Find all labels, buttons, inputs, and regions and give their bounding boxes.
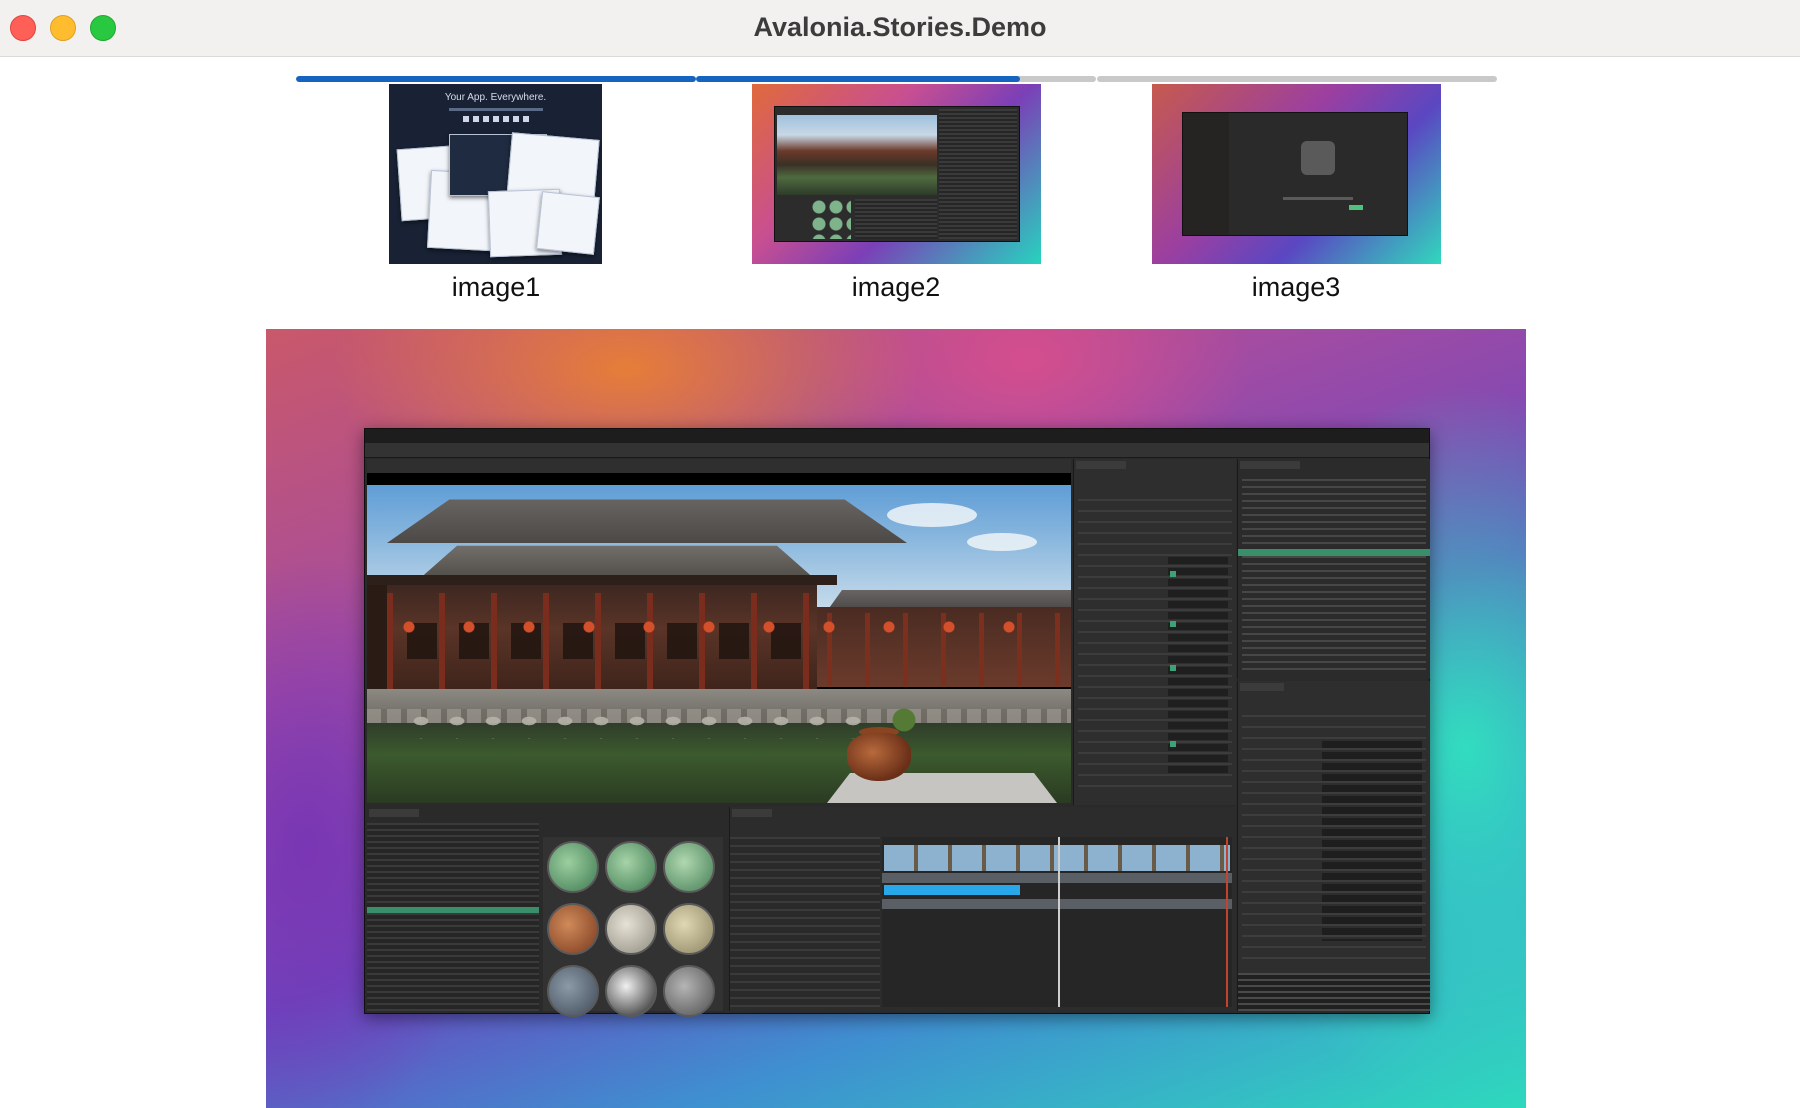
sequencer-clip [884,885,1020,895]
story-progress-2-fill [696,76,1020,82]
platform-icons [463,116,529,122]
thumbnail-1-card [536,191,600,255]
asset-grid [543,837,723,1017]
material-thumbnail [663,841,715,893]
scene-lanterns [403,621,1043,635]
hierarchy-rows [1242,479,1426,675]
sequencer-end-marker [1226,837,1228,1007]
scene-eave [367,575,837,585]
panel-tab [1076,461,1126,469]
sequencer-playhead [1058,837,1060,1007]
story-label-2[interactable]: image2 [746,272,1046,303]
thumbnail-2-editor-window [774,106,1020,242]
material-thumbnail [663,965,715,1017]
inspector-panel [1237,681,1430,1011]
asset-tree [367,823,539,1011]
editor-toolbar [365,443,1429,458]
panel-tab [732,809,772,817]
thumbnail-2-timeline [855,199,937,239]
scene-cloud [887,503,977,527]
inspector-fields [1322,741,1422,941]
property-fields [1168,557,1228,777]
thumbnail-3-input [1283,197,1353,200]
material-thumbnail [605,965,657,1017]
thumbnail-2-viewport [777,115,937,195]
story-label-1[interactable]: image1 [346,272,646,303]
story-label-3[interactable]: image3 [1146,272,1446,303]
scene-cloud [967,533,1037,551]
sequencer-shot-thumbnails [884,845,1230,871]
thumbnail-3-login-window [1182,112,1408,236]
checkbox [1170,621,1176,627]
checkbox [1170,741,1176,747]
sequencer-track [882,873,1232,883]
log-panel [1238,973,1430,1011]
thumbnail-3-login-button [1349,205,1363,210]
editor-menubar [365,429,1429,443]
material-thumbnail [547,841,599,893]
checkbox [1170,571,1176,577]
hierarchy-selected-row [1238,549,1430,556]
scene-rocks [407,709,867,739]
material-thumbnail [663,903,715,955]
story-thumbnail-1[interactable]: Your App. Everywhere. [389,84,602,264]
sequencer-timeline [882,837,1232,1007]
title-bar: Avalonia.Stories.Demo [0,0,1800,57]
sequencer-track [882,899,1232,909]
panel-tab [1240,461,1300,469]
story-thumbnail-2[interactable] [752,84,1041,264]
story-progress-1 [296,76,696,82]
thumbnail-2-side-panel [939,109,1017,239]
story-progress-2 [696,76,1096,82]
window-title: Avalonia.Stories.Demo [753,12,1047,42]
thumbnail-3-avatar [1301,141,1335,175]
viewport [367,473,1071,803]
checkbox [1170,665,1176,671]
material-thumbnail [605,903,657,955]
material-thumbnail [547,965,599,1017]
viewport-toolbar [367,459,1071,473]
thumbnail-1-tagline: Your App. Everywhere. [444,92,547,103]
sequencer-track-list [730,837,880,1007]
asset-browser-panel [367,807,727,1017]
sequencer-panel [729,807,1236,1011]
panel-tab [1240,683,1284,691]
story-progress-3 [1097,76,1497,82]
asset-tree-selected [367,907,539,913]
story-thumbnail-3[interactable] [1152,84,1441,264]
story-main-image[interactable] [266,329,1526,1108]
thumbnail-1-subtitle-line [449,108,543,111]
material-thumbnail [605,841,657,893]
scene-censer [847,733,911,781]
thumbnail-3-sidebar [1183,113,1229,235]
material-thumbnail [547,903,599,955]
thumbnail-2-assets [811,199,851,239]
editor-window-screenshot [364,428,1430,1017]
scene-hierarchy-panel [1237,459,1430,679]
post-process-panel [1073,459,1236,805]
panel-tab [369,809,419,817]
story-progress-1-fill [296,76,696,82]
